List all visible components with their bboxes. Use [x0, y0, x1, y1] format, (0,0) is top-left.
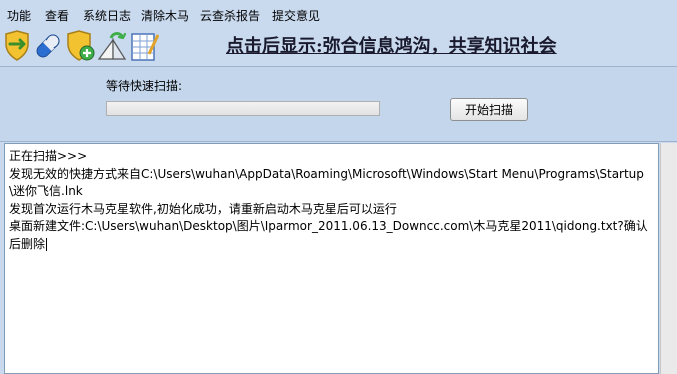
start-scan-button[interactable]: 开始扫描 [450, 98, 528, 121]
scan-panel: 等待快速扫描: 开始扫描 [0, 66, 677, 142]
notepad-icon[interactable] [129, 30, 159, 62]
refresh-ruler-icon[interactable] [97, 30, 127, 62]
scan-status-label: 等待快速扫描: [106, 79, 183, 93]
menu-bar: 功能 查看 系统日志 清除木马 云查杀报告 提交意见 [0, 0, 677, 28]
log-line: 发现无效的快捷方式来自C:\Users\wuhan\AppData\Roamin… [9, 166, 644, 199]
menu-function[interactable]: 功能 [7, 9, 31, 23]
menu-submit-feedback[interactable]: 提交意见 [272, 9, 320, 23]
scan-progress-bar [106, 101, 380, 116]
shield-scan-icon[interactable] [2, 30, 32, 62]
log-scrollbar[interactable] [660, 143, 677, 374]
shield-add-icon[interactable] [65, 30, 95, 62]
log-line: 桌面新建文件:C:\Users\wuhan\Desktop\图片\Iparmor… [9, 219, 648, 251]
scan-log-textarea[interactable]: 正在扫描>>> 发现无效的快捷方式来自C:\Users\wuhan\AppData… [4, 143, 659, 374]
menu-system-log[interactable]: 系统日志 [83, 9, 131, 23]
menu-cloud-report[interactable]: 云查杀报告 [200, 9, 260, 23]
menu-remove-trojan[interactable]: 清除木马 [141, 9, 189, 23]
log-line: 发现首次运行木马克星软件,初始化成功，请重新启动木马克星后可以运行 [9, 201, 397, 216]
log-line: 正在扫描>>> [9, 149, 88, 163]
pill-icon[interactable] [33, 30, 63, 62]
banner-link[interactable]: 点击后显示:弥合信息鸿沟，共享知识社会 [226, 36, 626, 58]
text-caret [46, 237, 48, 251]
menu-view[interactable]: 查看 [45, 9, 69, 23]
